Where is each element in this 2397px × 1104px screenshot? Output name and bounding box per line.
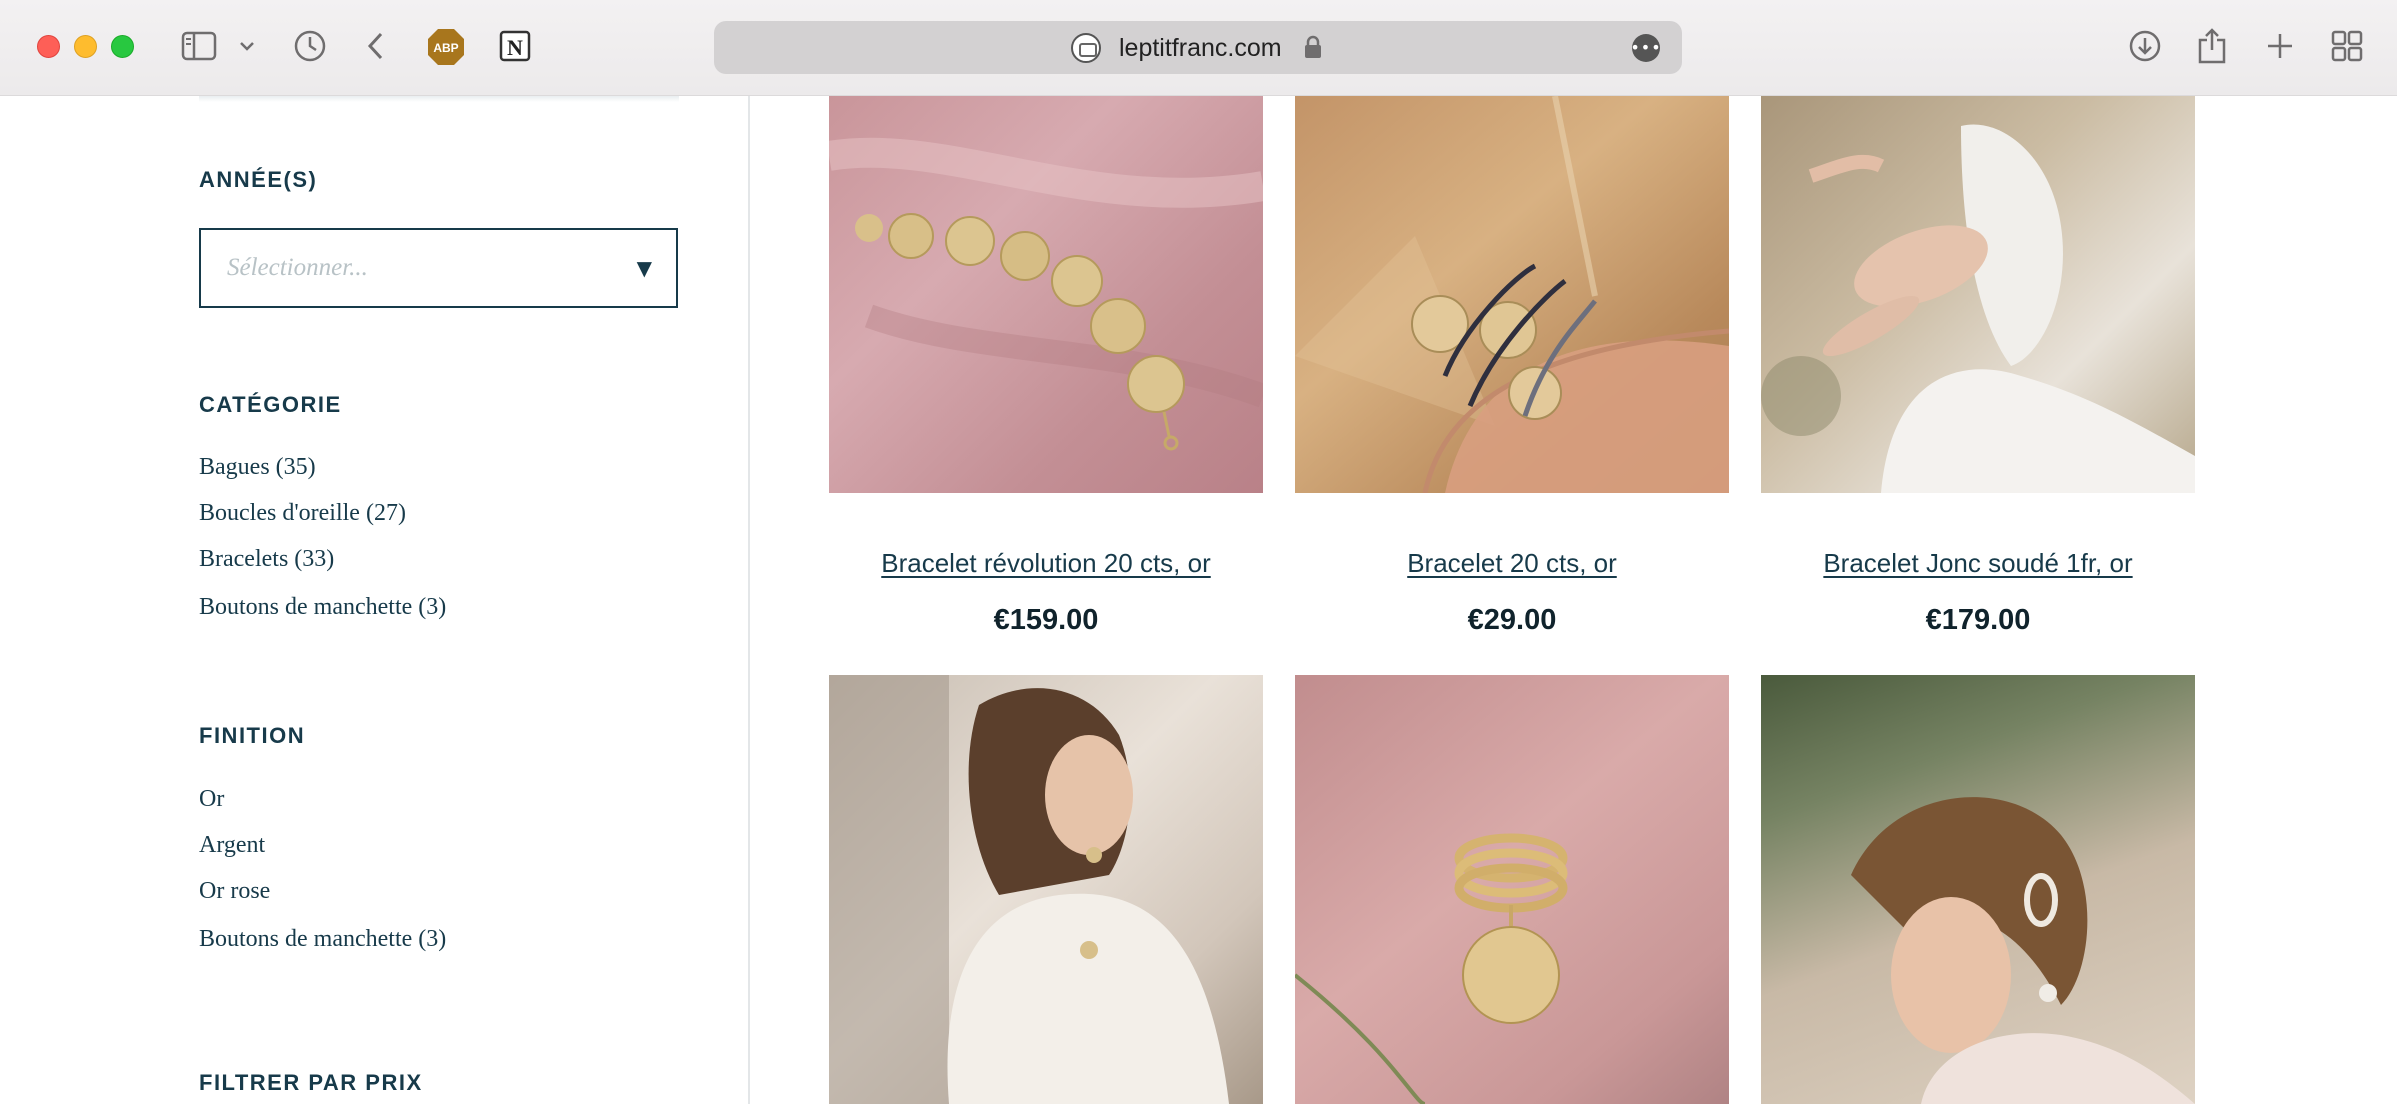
chevron-down-icon[interactable] [232,28,262,64]
years-filter-heading: ANNÉE(S) [199,167,318,192]
svg-text:ABP: ABP [433,41,458,55]
tab-overview-icon[interactable] [2329,28,2365,64]
page-menu-icon[interactable]: ••• [1630,34,1661,62]
product-image[interactable] [1761,96,2195,493]
finish-item-rose-gold[interactable]: Or rose [199,878,270,905]
product-image[interactable] [829,96,1263,493]
category-item-bracelets[interactable]: Bracelets (33) [199,546,334,573]
back-arrow-icon[interactable] [358,28,394,64]
category-filter-heading: CATÉGORIE [199,392,342,417]
close-window-button[interactable] [37,35,60,58]
minimize-window-button[interactable] [74,35,97,58]
svg-text:N: N [507,35,523,60]
finish-item-cufflinks[interactable]: Boutons de manchette (3) [199,926,446,953]
notion-icon[interactable]: N [497,28,533,64]
zoom-window-button[interactable] [111,35,134,58]
price-filter-heading: FILTRER PAR PRIX [199,1070,423,1095]
finish-item-silver[interactable]: Argent [199,832,265,859]
sidebar-toggle-icon[interactable] [181,28,217,64]
url-text: leptitfranc.com [1119,34,1282,62]
share-icon[interactable] [2194,28,2230,64]
new-tab-plus-icon[interactable] [2262,28,2298,64]
downloads-icon[interactable] [2127,28,2163,64]
sidebar-divider [748,96,750,1104]
product-image[interactable] [829,675,1263,1104]
dropdown-caret-icon: ▼ [636,256,652,280]
lock-icon [1304,35,1322,64]
category-item-cufflinks[interactable]: Boutons de manchette (3) [199,594,446,621]
finish-filter-heading: FINITION [199,723,306,748]
years-select[interactable]: Sélectionner... ▼ [199,228,678,308]
product-image[interactable] [1295,96,1729,493]
category-item-rings[interactable]: Bagues (35) [199,454,316,481]
site-favicon-icon [1071,33,1101,63]
product-title-link[interactable]: Bracelet révolution 20 cts, or [829,548,1263,579]
product-image[interactable] [1761,675,2195,1104]
sidebar-top-edge [199,96,679,102]
finish-item-gold[interactable]: Or [199,786,224,813]
category-item-earrings[interactable]: Boucles d'oreille (27) [199,500,406,527]
product-image[interactable] [1295,675,1729,1104]
product-price: €159.00 [993,604,1099,636]
product-price: €29.00 [1467,604,1557,636]
history-clock-icon[interactable] [292,28,328,64]
product-title-link[interactable]: Bracelet 20 cts, or [1295,548,1729,579]
address-bar[interactable]: leptitfranc.com ••• [714,21,1682,74]
adblock-plus-icon[interactable]: ABP [427,28,465,66]
years-select-placeholder: Sélectionner... [227,254,368,281]
browser-toolbar: ABP N leptitfranc.com ••• [0,0,2397,96]
product-price: €179.00 [1925,604,2031,636]
product-title-link[interactable]: Bracelet Jonc soudé 1fr, or [1761,548,2195,579]
